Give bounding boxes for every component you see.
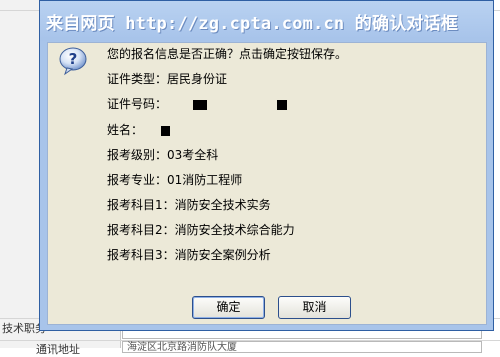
background-address-field[interactable]: 海淀区北京路消防队大厦 xyxy=(122,341,482,353)
name-row: 姓名： xyxy=(107,121,170,138)
major-text: 报考专业：01消防工程师 xyxy=(107,173,243,187)
subject2-text: 报考科目2：消防安全技术综合能力 xyxy=(107,223,295,237)
subject1-text: 报考科目1：消防安全技术实务 xyxy=(107,198,271,212)
dialog-title: 来自网页 http://zg.cpta.com.cn 的确认对话框 xyxy=(46,14,459,34)
dialog-body: ? 您的报名信息是否正确？点击确定按钮保存。 证件类型：居民身份证 证件号码： … xyxy=(47,42,487,325)
level-text: 报考级别：03考全科 xyxy=(107,148,219,162)
name-label: 姓名： xyxy=(107,123,144,137)
background-address-label: 通讯地址 xyxy=(36,343,80,356)
dialog-prompt-text: 您的报名信息是否正确？点击确定按钮保存。 xyxy=(107,47,348,61)
ok-button[interactable]: 确定 xyxy=(192,296,265,319)
subject3-text: 报考科目3：消防安全案例分析 xyxy=(107,248,271,262)
id-number-row: 证件号码： xyxy=(107,95,287,112)
confirm-dialog: 来自网页 http://zg.cpta.com.cn 的确认对话框 ? 您的报名… xyxy=(39,0,494,331)
redaction-mask xyxy=(160,125,170,136)
id-type-text: 证件类型：居民身份证 xyxy=(107,72,228,86)
cancel-button[interactable]: 取消 xyxy=(278,296,351,319)
dialog-titlebar[interactable]: 来自网页 http://zg.cpta.com.cn 的确认对话框 xyxy=(40,1,493,41)
redaction-mask xyxy=(192,99,207,110)
svg-text:?: ? xyxy=(69,50,78,68)
id-number-label: 证件号码： xyxy=(107,97,168,111)
question-icon: ? xyxy=(59,47,87,76)
redaction-mask xyxy=(276,99,287,110)
